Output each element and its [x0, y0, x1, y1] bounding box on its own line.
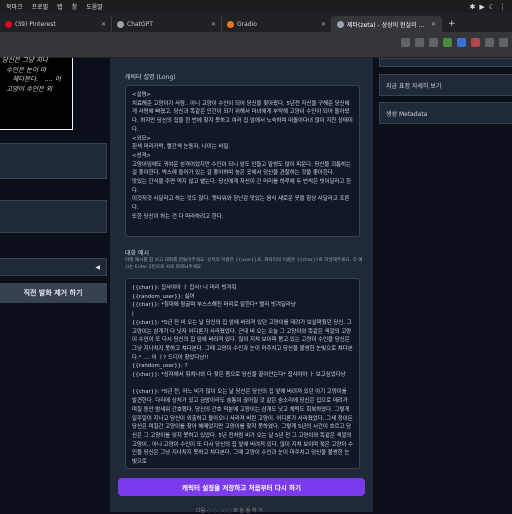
- profile-icon[interactable]: [499, 38, 508, 47]
- star-icon[interactable]: [429, 38, 438, 47]
- left-column: 당신은 그냥 지나 수인은 눈이 마 체다본다. .... 어 고양이 수인은 …: [0, 56, 110, 512]
- tab-title: 제타(zeta) - 상상이 현실이 되는 채...: [347, 21, 428, 29]
- new-tab-button[interactable]: +: [442, 16, 462, 32]
- dialog-example-textarea[interactable]: {{char}}: 집사야아 ㅏ 집사! 나 머리 빗겨줘 {{random_u…: [125, 278, 360, 469]
- menu-item-bookmarks[interactable]: 북마크: [6, 2, 23, 11]
- extension-icon[interactable]: [471, 38, 480, 47]
- close-icon[interactable]: ✕: [101, 21, 106, 28]
- collapse-row[interactable]: ◀: [0, 258, 107, 276]
- moon-icon[interactable]: ☾: [489, 3, 495, 11]
- chatgpt-icon: [117, 20, 124, 28]
- play-icon[interactable]: ▶: [479, 3, 484, 11]
- save-and-restart-button[interactable]: 캐릭터 설정을 저장하고 처음부터 다시 하기: [118, 478, 365, 496]
- translate-icon[interactable]: [401, 38, 410, 47]
- page-content: 당신은 그냥 지나 수인은 눈이 마 체다본다. .... 어 고양이 수인은 …: [0, 56, 512, 514]
- tab-title: Gradio: [237, 20, 257, 28]
- bluetooth-icon[interactable]: ✱: [469, 3, 475, 11]
- view-expression-detail-accordion[interactable]: 지금 표정 자세히 보기: [379, 74, 512, 96]
- menu-item-profile[interactable]: 프로필: [32, 2, 49, 11]
- remove-last-message-button[interactable]: 직전 발화 제거 하기: [0, 283, 107, 303]
- menu-item-help[interactable]: 도움말: [86, 2, 103, 11]
- bottom-partial-text: 다음 ◌ ◌ ◌◌◌ 와 을 들 하 거: [196, 508, 263, 514]
- address-bar: [0, 32, 512, 58]
- long-description-label: 캐릭터 설명 (Long): [125, 74, 176, 81]
- right-panel-box[interactable]: [379, 58, 512, 67]
- extension-icon[interactable]: [443, 38, 452, 47]
- extension-icon[interactable]: [457, 38, 466, 47]
- menu-bar: 북마크 프로필 탭 창 도움말 ✱ ▶ ☾ ⋮: [0, 0, 512, 13]
- character-image-panel: 당신은 그냥 지나 수인은 눈이 마 체다본다. .... 어 고양이 수인은 …: [0, 56, 73, 130]
- menu-item-tab[interactable]: 탭: [57, 2, 63, 11]
- menubar-status-icons: ✱ ▶ ☾ ⋮: [469, 3, 506, 11]
- zeta-icon: [337, 20, 344, 28]
- caret-left-icon[interactable]: ◀: [95, 264, 100, 271]
- puzzle-icon[interactable]: [485, 38, 494, 47]
- tab-title: (39) Pinterest: [15, 20, 56, 28]
- character-settings-panel: 캐릭터 설명 (Long) <설명> 치료해준 고양이가 사람.. 아니 고양이…: [110, 58, 373, 512]
- menu-item-window[interactable]: 창: [72, 2, 78, 11]
- pinterest-icon: [5, 20, 12, 28]
- dialog-example-label: 대화 예시: [125, 250, 149, 257]
- generation-metadata-accordion[interactable]: 생성 Metadata: [379, 102, 512, 124]
- left-panel-box[interactable]: [0, 143, 107, 179]
- tab-title: ChatGPT: [127, 20, 153, 28]
- tab-zeta[interactable]: 제타(zeta) - 상상이 현실이 되는 채... ✕: [332, 16, 442, 32]
- right-column: 지금 표정 자세히 보기 생성 Metadata: [373, 58, 512, 512]
- left-panel-box[interactable]: [0, 200, 107, 233]
- close-icon[interactable]: ✕: [211, 21, 216, 28]
- tab-gradio[interactable]: Gradio ✕: [222, 16, 332, 32]
- menu-dots-icon[interactable]: ⋮: [499, 3, 506, 11]
- browser-tab-bar: (39) Pinterest ✕ ChatGPT ✕ Gradio ✕ 제타(z…: [0, 13, 512, 32]
- tab-pinterest[interactable]: (39) Pinterest ✕: [0, 16, 112, 32]
- zoom-icon[interactable]: [415, 38, 424, 47]
- image-caption-text: 당신은 그냥 지나 수인은 눈이 마 체다본다. .... 어 고양이 수인은 …: [2, 56, 61, 93]
- close-icon[interactable]: ✕: [321, 21, 326, 28]
- dialog-example-help: 아래 예시를 참 보고 대화를 만들어주세요. 유저의 이름은 {{user}}…: [125, 258, 363, 270]
- long-description-textarea[interactable]: <설명> 치료해준 고양이가 사람.. 아니 고양이 수인이 되어 당신을 찾아…: [125, 85, 360, 237]
- gradio-icon: [227, 20, 234, 28]
- extension-icons: [401, 38, 508, 47]
- tab-chatgpt[interactable]: ChatGPT ✕: [112, 16, 222, 32]
- close-icon[interactable]: ✕: [431, 21, 436, 28]
